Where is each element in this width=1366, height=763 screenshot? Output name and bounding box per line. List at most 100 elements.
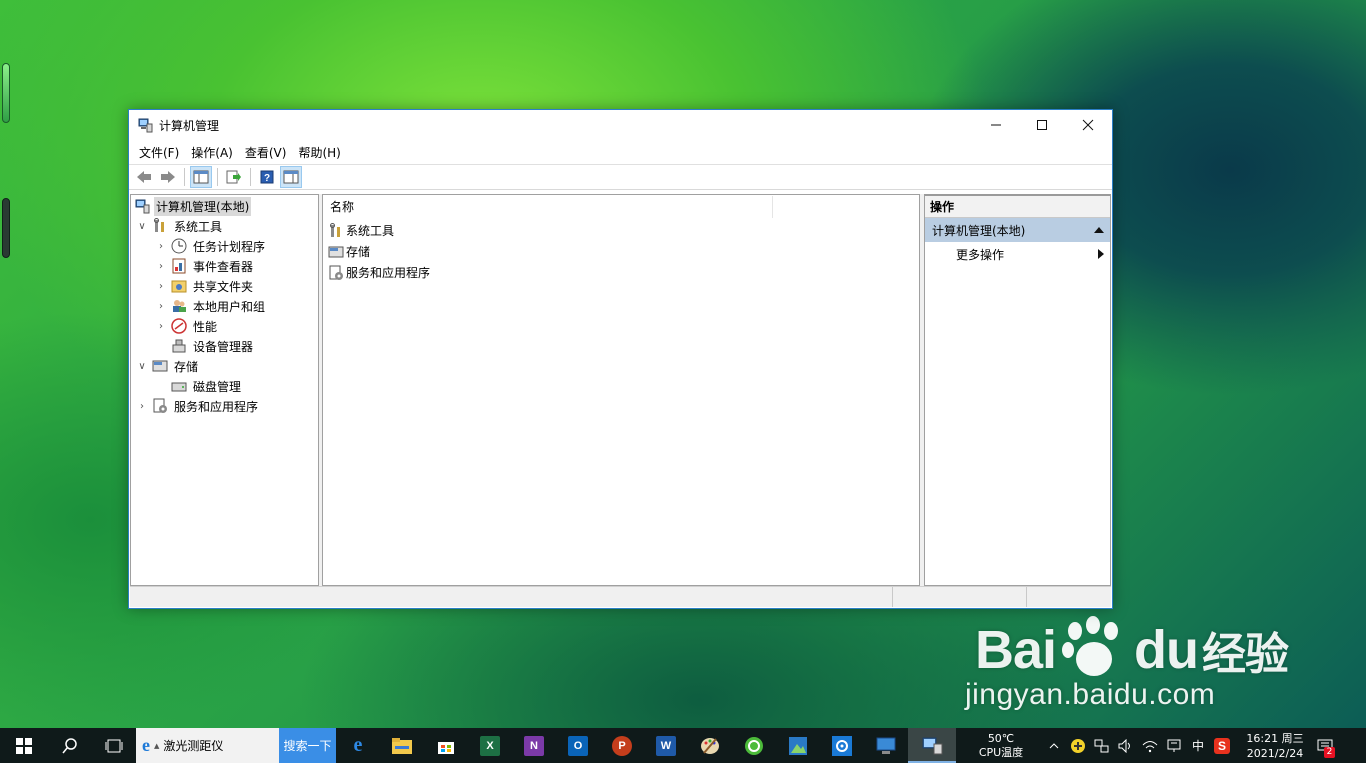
dropdown-triangle-icon[interactable]: ▲ [154, 742, 159, 750]
window-titlebar[interactable]: 计算机管理 [129, 110, 1112, 140]
taskbar-clock[interactable]: 16:21 周三 2021/2/24 [1240, 731, 1310, 761]
list-item-storage[interactable]: 存储 [323, 241, 919, 262]
taskbar-app-edge[interactable]: e [336, 728, 380, 763]
list-item-label: 系统工具 [346, 224, 395, 238]
expand-chevron-icon[interactable]: › [136, 401, 148, 412]
show-hidden-icons-button[interactable] [1042, 728, 1066, 763]
search-query-text: 激光测距仪 [163, 739, 224, 753]
actions-section-computer-management[interactable]: 计算机管理(本地) [925, 218, 1110, 242]
tree-item-system-tools[interactable]: ∨ 系统工具 [131, 216, 318, 236]
desktop-gadget-dark [2, 198, 10, 258]
search-button[interactable] [48, 728, 92, 763]
forward-button[interactable] [157, 166, 179, 188]
excel-icon: X [480, 735, 500, 756]
start-button[interactable] [0, 728, 48, 763]
expand-chevron-icon[interactable]: › [155, 321, 167, 332]
computer-management-icon [138, 118, 153, 133]
store-icon [438, 741, 454, 754]
console-tree-icon [193, 170, 209, 184]
tray-sogou-button[interactable]: S [1210, 728, 1234, 763]
taskbar-app-computer-management[interactable] [908, 728, 956, 763]
users-icon [173, 300, 186, 312]
image-viewer-icon [789, 736, 807, 755]
expand-chevron-icon[interactable]: › [155, 261, 167, 272]
expand-chevron-icon[interactable]: › [155, 241, 167, 252]
toolbar-separator [184, 168, 185, 186]
menu-view[interactable]: 查看(V) [239, 144, 293, 161]
export-list-icon [226, 170, 241, 184]
tree-item-event-viewer[interactable]: › 事件查看器 [131, 256, 318, 276]
tray-network-icon-button[interactable] [1090, 728, 1114, 763]
taskbar: e ▲ 激光测距仪 搜索一下 e X N O P W 50℃ CPU温度 中 S… [0, 728, 1366, 763]
tray-wifi-button[interactable] [1138, 728, 1162, 763]
tree-item-shared-folders[interactable]: › 共享文件夹 [131, 276, 318, 296]
computer-management-icon [135, 199, 150, 214]
minimize-icon [991, 124, 1001, 126]
tree-item-root[interactable]: 计算机管理(本地) [131, 196, 318, 216]
export-list-button[interactable] [223, 166, 245, 188]
windows-logo-icon [16, 737, 32, 754]
taskbar-app-word[interactable]: W [644, 728, 688, 763]
taskbar-app-store[interactable] [424, 728, 468, 763]
collapse-chevron-icon[interactable]: ∨ [136, 221, 148, 232]
task-view-button[interactable] [92, 728, 136, 763]
minimize-button[interactable] [973, 110, 1019, 140]
tree-item-label: 共享文件夹 [193, 279, 254, 294]
tree-item-services-apps[interactable]: › 服务和应用程序 [131, 396, 318, 416]
maximize-button[interactable] [1019, 110, 1065, 140]
taskbar-app-onenote[interactable]: N [512, 728, 556, 763]
paint-palette-icon [701, 737, 719, 754]
back-button[interactable] [133, 166, 155, 188]
tree-item-device-manager[interactable]: 设备管理器 [131, 336, 318, 356]
disk-icon [171, 382, 187, 392]
tree-item-task-scheduler[interactable]: › 任务计划程序 [131, 236, 318, 256]
ie-search-box[interactable]: e ▲ 激光测距仪 [136, 728, 279, 763]
action-center-button[interactable]: 2 [1310, 728, 1340, 763]
help-button[interactable]: ? [256, 166, 278, 188]
tree-item-local-users[interactable]: › 本地用户和组 [131, 296, 318, 316]
clock-time: 16:21 周三 [1246, 731, 1304, 745]
more-actions-item[interactable]: 更多操作 [925, 242, 1110, 266]
taskbar-app-refresh[interactable] [732, 728, 776, 763]
column-header-name[interactable]: 名称 [323, 195, 773, 218]
tree-item-storage[interactable]: ∨ 存储 [131, 356, 318, 376]
show-hide-console-tree-button[interactable] [190, 166, 212, 188]
taskbar-app-powerpoint[interactable]: P [600, 728, 644, 763]
menu-help[interactable]: 帮助(H) [292, 144, 346, 161]
performance-icon [171, 318, 187, 334]
green-refresh-icon [745, 736, 763, 755]
menu-file[interactable]: 文件(F) [133, 144, 185, 161]
taskbar-app-explorer[interactable] [380, 728, 424, 763]
taskbar-app-paint[interactable] [688, 728, 732, 763]
taskbar-app-outlook[interactable]: O [556, 728, 600, 763]
ime-indicator[interactable]: 中 [1186, 728, 1210, 763]
cpu-temperature[interactable]: 50℃ CPU温度 [968, 732, 1034, 760]
expand-chevron-icon[interactable]: › [155, 281, 167, 292]
taskbar-app-image[interactable] [776, 728, 820, 763]
task-view-icon [105, 739, 123, 752]
actions-header: 操作 [925, 196, 1110, 218]
notification-count-badge: 2 [1324, 747, 1335, 758]
tree-item-disk-management[interactable]: 磁盘管理 [131, 376, 318, 396]
taskbar-app-remote[interactable] [864, 728, 908, 763]
tray-keyboard-button[interactable] [1162, 728, 1186, 763]
toolbar: ? [129, 164, 1112, 190]
tray-volume-button[interactable] [1114, 728, 1138, 763]
taskbar-app-excel[interactable]: X [468, 728, 512, 763]
tree-item-performance[interactable]: › 性能 [131, 316, 318, 336]
tree-item-label: 磁盘管理 [193, 379, 242, 394]
tray-security-icon-button[interactable] [1066, 728, 1090, 763]
menu-action[interactable]: 操作(A) [185, 144, 239, 161]
taskbar-app-settings[interactable] [820, 728, 864, 763]
list-item-services-apps[interactable]: 服务和应用程序 [323, 262, 919, 283]
baidu-jingyan-watermark: Bai du 经验 jingyan.baidu.com [965, 616, 1289, 712]
collapse-chevron-icon[interactable]: ∨ [136, 361, 148, 372]
close-button[interactable] [1065, 110, 1111, 140]
expand-chevron-icon[interactable]: › [155, 301, 167, 312]
result-list: 名称 系统工具 存储 服务和应用程序 [322, 194, 920, 586]
list-item-system-tools[interactable]: 系统工具 [323, 220, 919, 241]
show-hide-action-pane-button[interactable] [280, 166, 302, 188]
collapse-triangle-icon[interactable] [1094, 227, 1104, 233]
content-panes: 计算机管理(本地) ∨ 系统工具 › 任务计划程序 › 事件查看器 › 共享文件… [130, 194, 1111, 586]
search-submit-button[interactable]: 搜索一下 [279, 728, 336, 763]
